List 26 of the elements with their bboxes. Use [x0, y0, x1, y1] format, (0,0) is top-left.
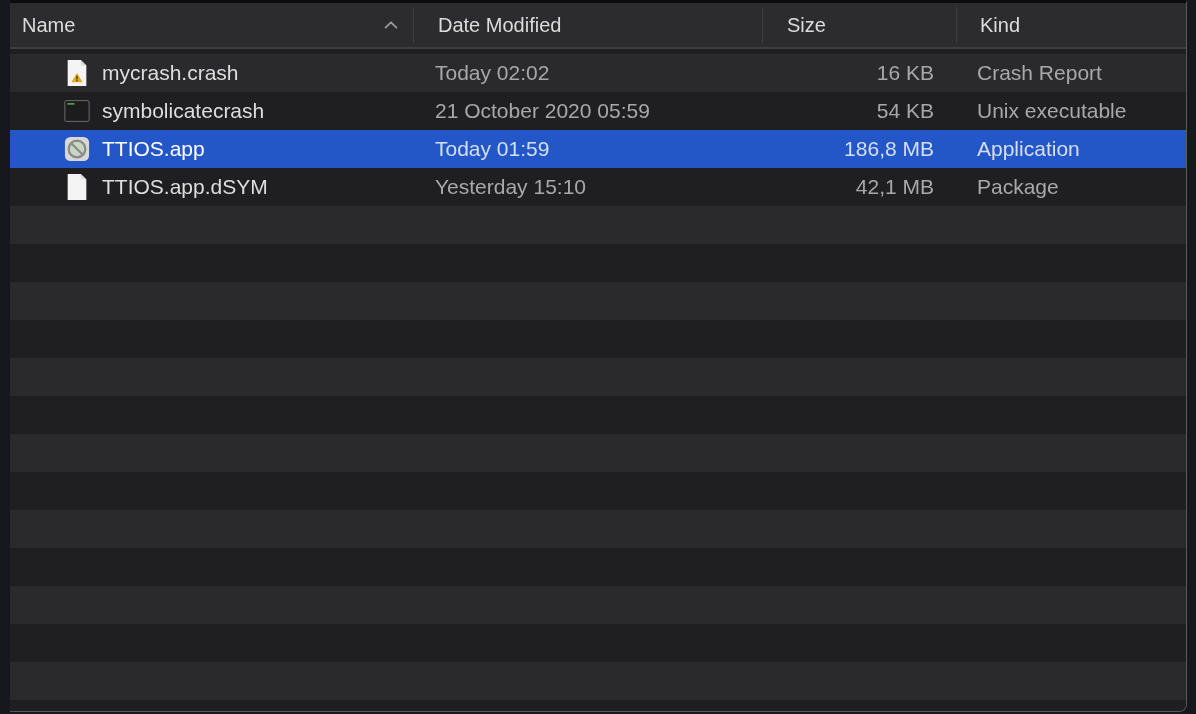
file-row[interactable]: TTIOS.app Today 01:59 186,8 MB Application — [10, 130, 1186, 168]
column-header[interactable]: Date Modified — [414, 7, 763, 43]
file-size: 54 KB — [876, 99, 934, 123]
file-name: symbolicatecrash — [102, 99, 265, 123]
date-modified: Today 01:59 — [435, 137, 550, 161]
column-header[interactable]: Name — [10, 7, 414, 43]
terminal-icon — [64, 97, 90, 125]
date-modified: Today 02:02 — [435, 61, 550, 85]
prohibited-app-icon — [64, 135, 90, 163]
column-header[interactable]: Kind — [957, 7, 1186, 43]
file-name: TTIOS.app.dSYM — [102, 175, 268, 199]
file-size: 186,8 MB — [844, 137, 934, 161]
file-size: 16 KB — [876, 61, 934, 85]
file-row[interactable]: symbolicatecrash 21 October 2020 05:59 54 KB Unix executable — [10, 92, 1186, 130]
file-name: mycrash.crash — [102, 61, 239, 85]
file-kind: Application — [977, 137, 1080, 161]
column-header[interactable]: Size — [763, 7, 957, 43]
file-kind: Package — [977, 175, 1059, 199]
file-size: 42,1 MB — [855, 175, 934, 199]
date-modified: Yesterday 15:10 — [435, 175, 586, 199]
file-row[interactable]: TTIOS.app.dSYM Yesterday 15:10 42,1 MB Package — [10, 168, 1186, 206]
file-kind: Crash Report — [977, 61, 1102, 85]
file-kind: Unix executable — [977, 99, 1127, 123]
file-row[interactable]: mycrash.crash Today 02:02 16 KB Crash Report — [10, 54, 1186, 92]
date-modified: 21 October 2020 05:59 — [435, 99, 650, 123]
file-name: TTIOS.app — [102, 137, 205, 161]
